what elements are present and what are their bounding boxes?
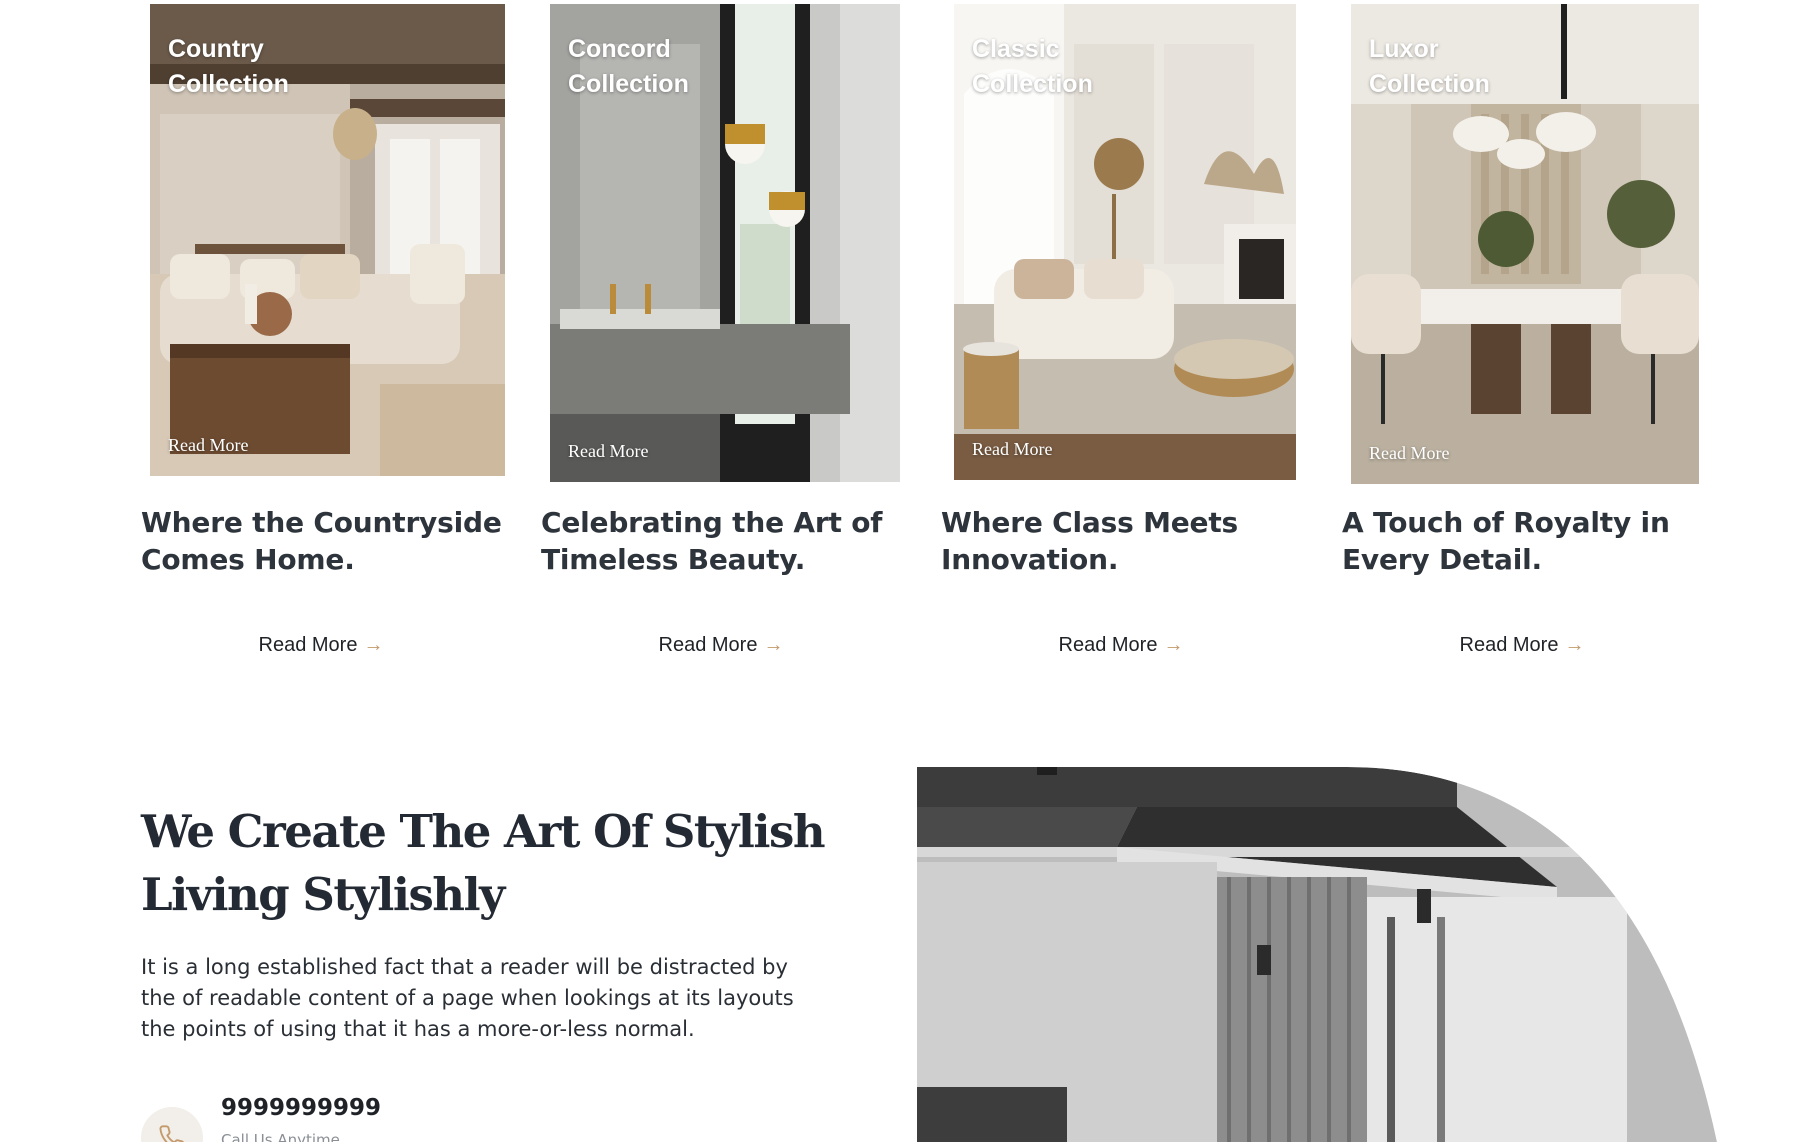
collection-image[interactable]: Luxor Collection Read More bbox=[1351, 4, 1699, 484]
image-read-more-link[interactable]: Read More bbox=[568, 441, 648, 462]
read-more-link[interactable]: Read More → bbox=[941, 634, 1301, 657]
image-read-more-link[interactable]: Read More bbox=[168, 435, 248, 456]
section-description: It is a long established fact that a rea… bbox=[141, 955, 794, 1041]
image-read-more-link[interactable]: Read More bbox=[972, 439, 1052, 460]
arrow-right-icon: → bbox=[363, 634, 384, 656]
collection-name: Luxor Collection bbox=[1369, 35, 1490, 98]
about-section: We Create The Art Of Stylish Living Styl… bbox=[0, 760, 1801, 1142]
read-more-link[interactable]: Read More → bbox=[541, 634, 901, 657]
read-more-label: Read More bbox=[658, 634, 758, 656]
collection-name: Classic Collection bbox=[972, 35, 1093, 98]
read-more-link[interactable]: Read More → bbox=[141, 634, 501, 657]
card-title: Celebrating the Art of Timeless Beauty. bbox=[541, 506, 883, 576]
collection-card: Concord Collection Read More Celebrating… bbox=[541, 4, 901, 656]
phone-number[interactable]: 9999999999 bbox=[221, 1095, 381, 1121]
arrow-right-icon: → bbox=[763, 634, 784, 656]
collection-card: Classic Collection Read More Where Class… bbox=[941, 4, 1301, 656]
read-more-link[interactable]: Read More → bbox=[1342, 634, 1702, 657]
arrow-right-icon: → bbox=[1163, 634, 1184, 656]
card-title: Where the Countryside Comes Home. bbox=[141, 506, 502, 576]
collection-name: Concord Collection bbox=[568, 35, 689, 98]
collection-name: Country Collection bbox=[168, 35, 289, 98]
collection-card: Luxor Collection Read More A Touch of Ro… bbox=[1342, 4, 1702, 656]
read-more-label: Read More bbox=[1459, 634, 1559, 656]
collection-image[interactable]: Concord Collection Read More bbox=[550, 4, 900, 482]
collection-image[interactable]: Country Collection Read More bbox=[150, 4, 505, 476]
phone-icon bbox=[141, 1107, 203, 1142]
read-more-label: Read More bbox=[1058, 634, 1158, 656]
room-photo bbox=[917, 767, 1801, 1142]
arrow-right-icon: → bbox=[1564, 634, 1585, 656]
card-title: A Touch of Royalty in Every Detail. bbox=[1342, 506, 1670, 576]
card-title: Where Class Meets Innovation. bbox=[941, 506, 1238, 576]
read-more-label: Read More bbox=[258, 634, 358, 656]
collections-grid: Country Collection Read More Where the C… bbox=[141, 4, 1699, 674]
section-heading: We Create The Art Of Stylish Living Styl… bbox=[141, 805, 826, 921]
image-read-more-link[interactable]: Read More bbox=[1369, 443, 1449, 464]
collection-image[interactable]: Classic Collection Read More bbox=[954, 4, 1296, 480]
phone-caption: Call Us Anytime bbox=[221, 1131, 340, 1142]
collection-card: Country Collection Read More Where the C… bbox=[141, 4, 505, 656]
